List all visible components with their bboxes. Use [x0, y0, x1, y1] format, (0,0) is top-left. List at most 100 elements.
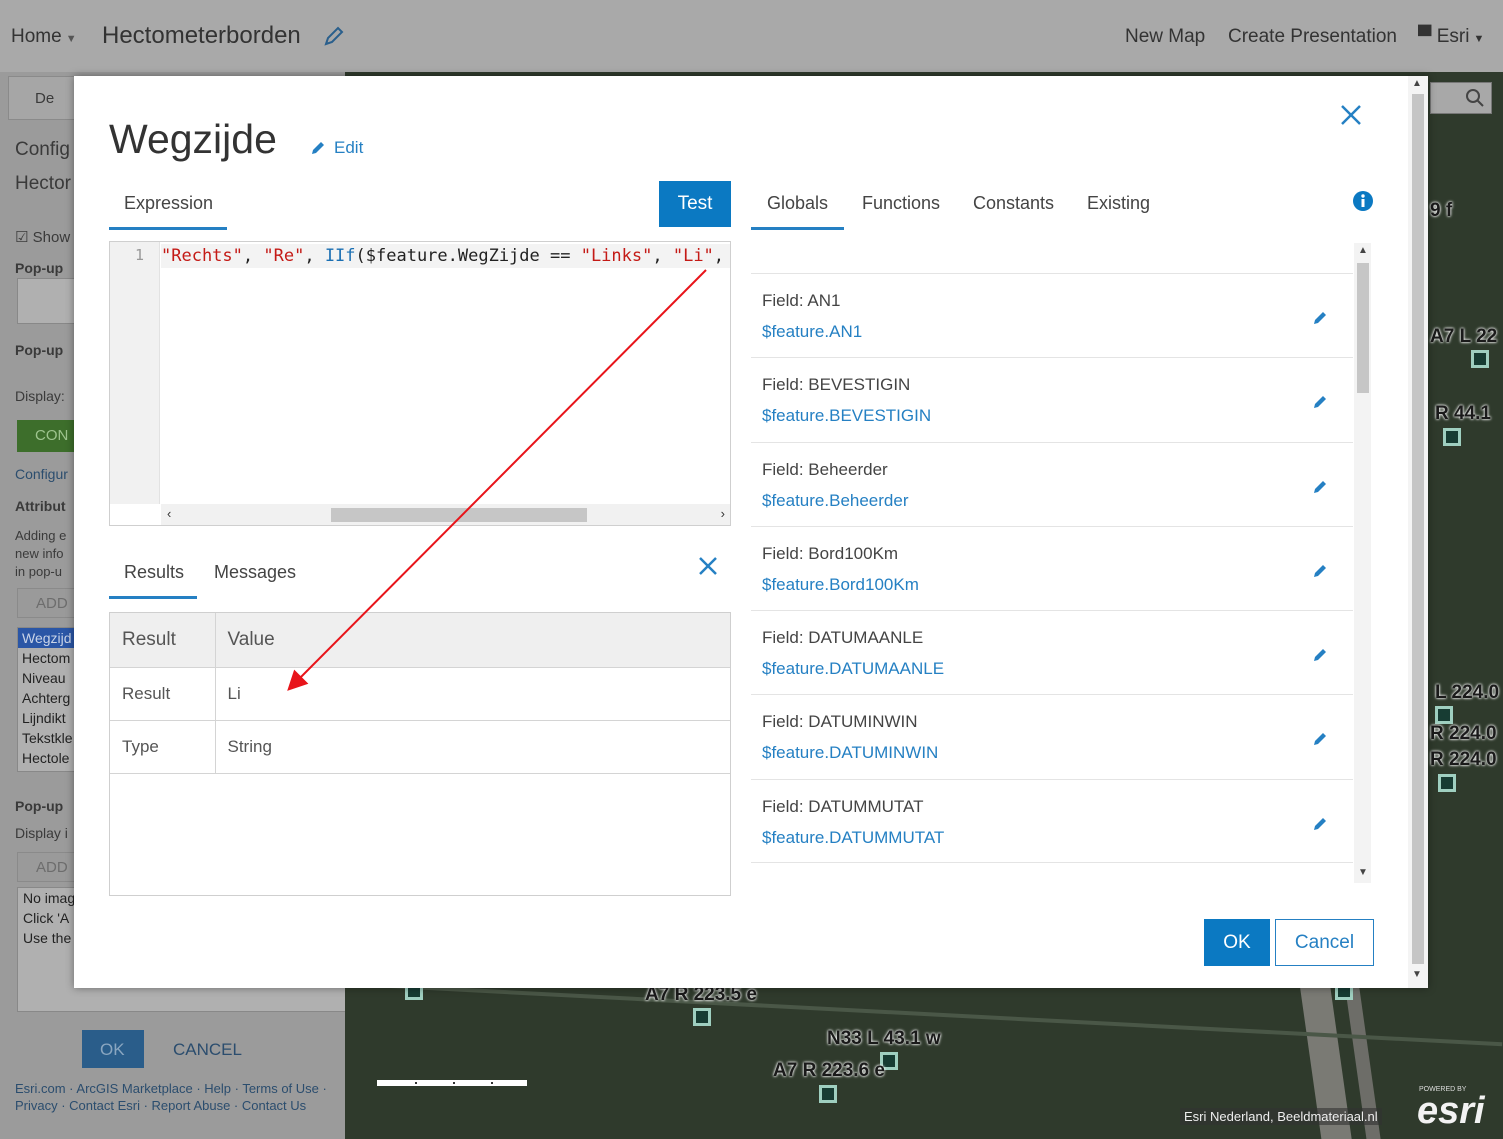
field-value-link[interactable]: $feature.Bord100Km	[762, 575, 919, 595]
pencil-icon[interactable]	[1312, 731, 1328, 747]
close-results-icon[interactable]	[697, 555, 719, 577]
close-icon[interactable]	[1338, 102, 1364, 128]
panel-cancel-button[interactable]: CANCEL	[173, 1040, 242, 1060]
scrollbar-thumb[interactable]	[331, 508, 587, 522]
create-presentation-link[interactable]: Create Presentation	[1228, 26, 1397, 48]
field-label: Field: DATUMMUTAT	[762, 796, 924, 816]
user-name: Esri	[1436, 26, 1470, 47]
scrollbar-thumb[interactable]	[1412, 94, 1424, 964]
add-button-label: ADD	[36, 859, 68, 876]
list-item[interactable]: Wegzijd	[18, 628, 76, 648]
expression-list[interactable]: Wegzijd Hectom Niveau Achterg Lijndikt T…	[17, 627, 77, 772]
list-item[interactable]: Achterg	[18, 688, 76, 708]
global-field-item[interactable]: Field: Beheerder $feature.Beheerder	[751, 441, 1353, 526]
pencil-icon[interactable]	[1312, 647, 1328, 663]
list-item[interactable]: Niveau	[18, 668, 76, 688]
scrollbar-thumb[interactable]	[1357, 263, 1369, 393]
expression-title: Wegzijde	[109, 116, 277, 162]
map-marker[interactable]	[1471, 350, 1489, 368]
map-marker[interactable]	[693, 1008, 711, 1026]
search-icon[interactable]	[1465, 88, 1485, 108]
global-field-item[interactable]: Field: AN1 $feature.AN1	[751, 273, 1353, 357]
tab-globals[interactable]: Globals	[751, 180, 844, 230]
map-search-box[interactable]	[1430, 82, 1492, 114]
field-value-link[interactable]: $feature.DATUMINWIN	[762, 743, 938, 763]
field-value-link[interactable]: $feature.BEVESTIGIN	[762, 406, 931, 426]
configure-attributes-button[interactable]: CON	[17, 420, 77, 452]
global-field-item[interactable]: Field: DATUMMUTAT $feature.DATUMMUTAT	[751, 778, 1353, 864]
editor-horizontal-scrollbar[interactable]: ‹ ›	[161, 504, 730, 525]
pencil-icon[interactable]	[322, 24, 346, 48]
cancel-button[interactable]: Cancel	[1275, 919, 1374, 966]
code-line[interactable]: "Rechts", "Re", IIf($feature.WegZijde ==…	[161, 244, 730, 268]
tab-existing[interactable]: Existing	[1087, 180, 1150, 230]
field-value-link[interactable]: $feature.AN1	[762, 322, 862, 342]
ok-button[interactable]: OK	[1204, 919, 1270, 966]
scroll-down-icon[interactable]: ▼	[1358, 867, 1368, 878]
list-item[interactable]: Hectom	[18, 648, 76, 668]
global-field-item[interactable]: Field: BEVESTIGIN $feature.BEVESTIGIN	[751, 357, 1353, 441]
map-marker[interactable]	[1438, 774, 1456, 792]
code-editor[interactable]: 1 "Rechts", "Re", IIf($feature.WegZijde …	[109, 241, 731, 526]
tab-results[interactable]: Results	[109, 549, 197, 599]
map-marker[interactable]	[1435, 706, 1453, 724]
pencil-icon[interactable]	[1312, 394, 1328, 410]
field-value-link[interactable]: $feature.Beheerder	[762, 491, 909, 511]
config-heading: Config	[15, 139, 70, 160]
footer-links[interactable]: Esri.com · ArcGIS Marketplace · Help · T…	[15, 1080, 335, 1114]
global-field-item[interactable]: Field: Bord100Km $feature.Bord100Km	[751, 525, 1353, 610]
map-marker[interactable]	[1443, 428, 1461, 446]
map-label: 9 f	[1430, 200, 1453, 221]
pencil-icon[interactable]	[1312, 310, 1328, 326]
field-label: Field: DATUMAANLE	[762, 628, 924, 648]
globals-scrollbar[interactable]: ▲ ▼	[1354, 243, 1371, 883]
chevron-left-icon[interactable]: ‹	[167, 506, 171, 521]
line-number: 1	[135, 246, 145, 264]
dialog-scrollbar[interactable]: ▲ ▼	[1408, 76, 1428, 988]
test-button[interactable]: Test	[659, 181, 731, 227]
code-token: ,	[713, 246, 725, 266]
list-item[interactable]: Tekstkle	[18, 728, 76, 748]
chevron-right-icon[interactable]: ›	[721, 506, 725, 521]
globals-list[interactable]: Field: AN1 $feature.AN1 Field: BEVESTIGIN $…	[751, 243, 1371, 883]
home-label: Home	[11, 26, 62, 47]
popup-title-input[interactable]	[17, 278, 77, 324]
map-label: R 224.0	[1430, 749, 1497, 770]
global-field-item[interactable]: Field: DATUMINWIN $feature.DATUMINWIN	[751, 694, 1353, 778]
field-value-link[interactable]: $feature.DATUMAANLE	[762, 659, 944, 679]
table-cell: Li	[215, 667, 730, 721]
new-map-link[interactable]: New Map	[1125, 26, 1205, 48]
tab-constants[interactable]: Constants	[973, 180, 1054, 230]
list-item[interactable]: Lijndikt	[18, 708, 76, 728]
user-menu[interactable]: ▀ Esri ▼	[1418, 26, 1484, 48]
map-title: Hectometerborden	[102, 22, 301, 49]
configure-link[interactable]: Configur	[15, 466, 68, 482]
home-menu[interactable]: Home ▼	[11, 26, 77, 48]
add-media-button[interactable]: ADD	[17, 852, 77, 882]
scroll-up-icon[interactable]: ▲	[1358, 245, 1368, 256]
pencil-icon[interactable]	[1312, 479, 1328, 495]
details-tab[interactable]: De	[8, 76, 82, 120]
column-header: Result	[110, 613, 216, 668]
code-token: ,	[242, 246, 264, 266]
edit-title-button[interactable]: Edit	[310, 138, 363, 158]
pencil-icon[interactable]	[1312, 563, 1328, 579]
scroll-down-icon[interactable]: ▼	[1412, 969, 1422, 980]
field-value-link[interactable]: $feature.DATUMMUTAT	[762, 828, 944, 848]
help-line: new info	[15, 546, 64, 561]
panel-ok-button[interactable]: OK	[82, 1030, 144, 1068]
pencil-icon[interactable]	[1312, 816, 1328, 832]
tab-messages[interactable]: Messages	[214, 549, 296, 599]
map-marker[interactable]	[819, 1085, 837, 1103]
show-popups-checkbox[interactable]: ☑ Show	[15, 228, 70, 246]
add-expression-button[interactable]: ADD	[17, 588, 77, 618]
field-label: Field: DATUMINWIN	[762, 712, 918, 732]
edit-label: Edit	[334, 138, 364, 157]
tab-expression[interactable]: Expression	[109, 180, 227, 230]
list-item[interactable]: Hectole	[18, 748, 76, 768]
scroll-up-icon[interactable]: ▲	[1412, 78, 1422, 89]
global-field-item[interactable]: Field: DATUMAANLE $feature.DATUMAANLE	[751, 610, 1353, 694]
code-token: "Rechts"	[161, 246, 243, 266]
tab-functions[interactable]: Functions	[862, 180, 940, 230]
info-icon[interactable]	[1352, 190, 1374, 212]
